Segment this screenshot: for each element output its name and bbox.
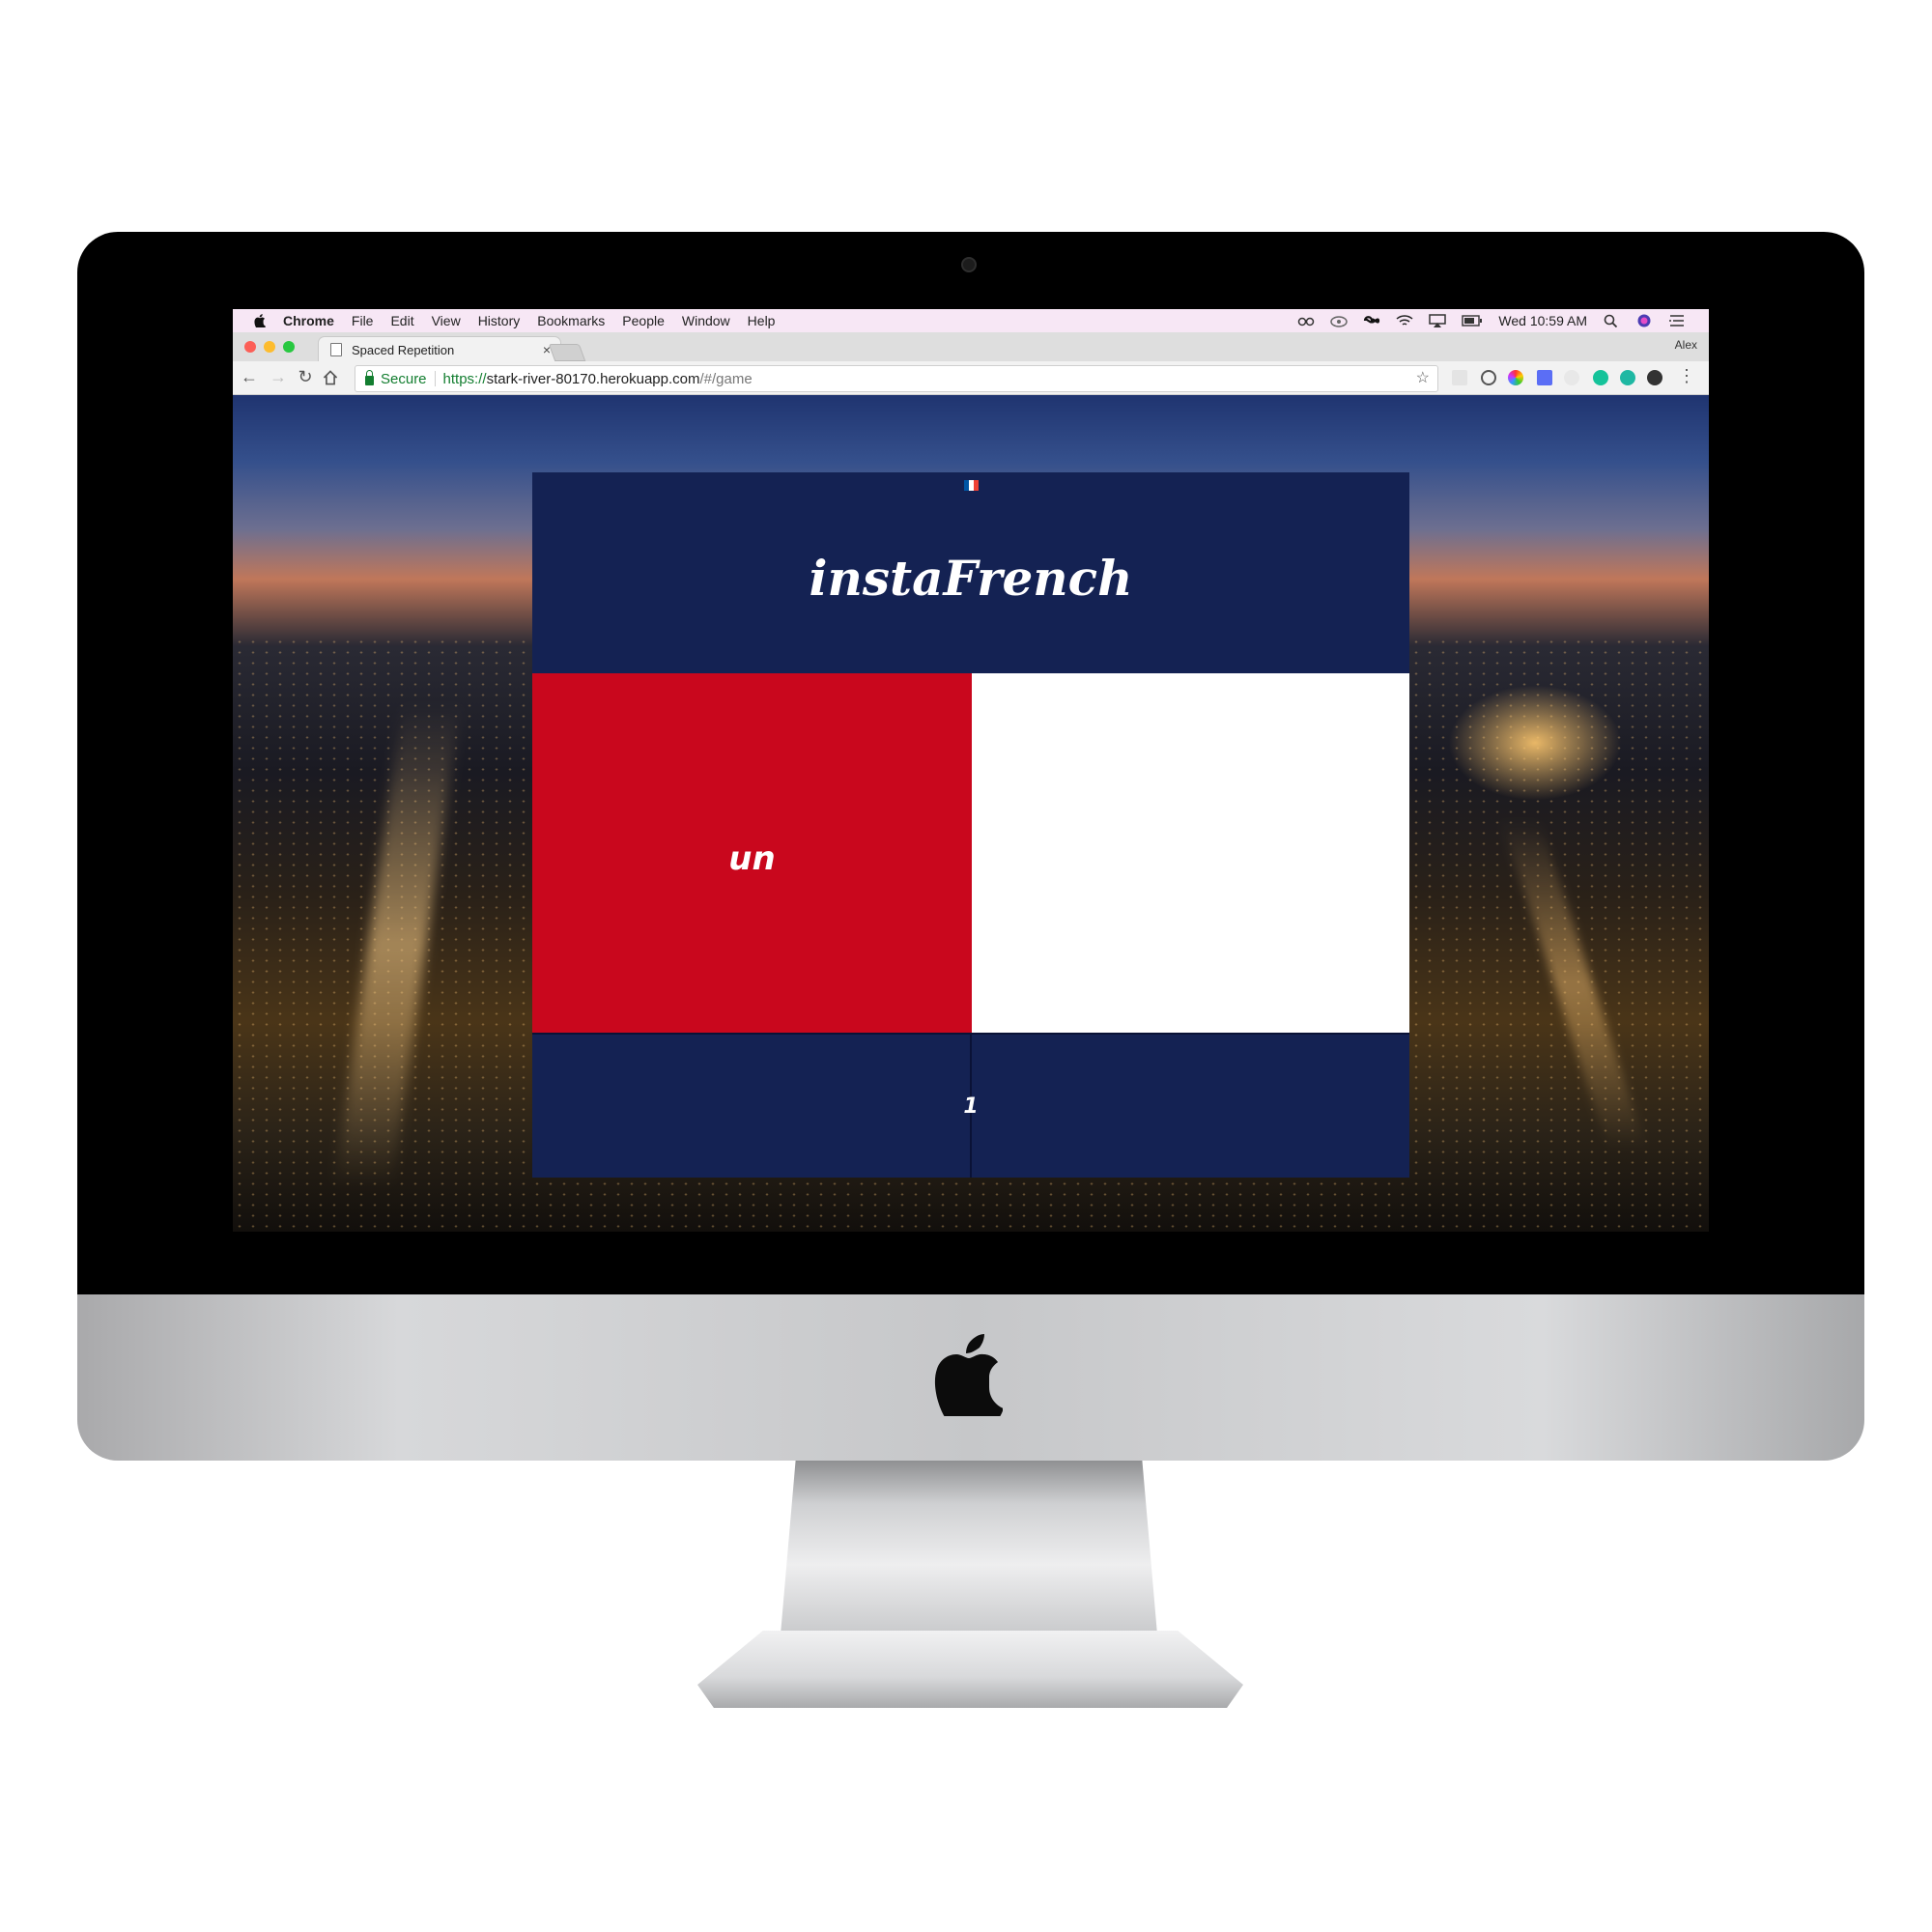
menu-window[interactable]: Window xyxy=(682,313,730,328)
url-host: stark-river-80170.herokuapp.com xyxy=(486,370,700,387)
battery-icon[interactable] xyxy=(1462,314,1483,327)
new-tab-button[interactable] xyxy=(548,344,586,361)
extension-t-icon[interactable] xyxy=(1537,370,1552,385)
glasses-icon[interactable] xyxy=(1297,314,1315,327)
profile-name[interactable]: Alex xyxy=(1675,338,1697,352)
score-footer: 1 xyxy=(532,1033,1409,1178)
camera xyxy=(961,257,977,272)
extension-m-icon[interactable] xyxy=(1620,370,1635,385)
home-icon[interactable] xyxy=(322,369,339,386)
menu-view[interactable]: View xyxy=(432,313,461,328)
question-card: un xyxy=(532,673,972,1033)
window-minimize-button[interactable] xyxy=(264,341,275,353)
window-close-button[interactable] xyxy=(244,341,256,353)
grammarly-icon[interactable] xyxy=(1593,370,1608,385)
extension-colorful-icon[interactable] xyxy=(1508,370,1523,385)
back-arrow-icon[interactable]: ← xyxy=(239,367,260,387)
page-background: instaFrench un 1 xyxy=(233,395,1709,1232)
url-path: /#/game xyxy=(699,370,753,387)
prompt-word: un xyxy=(728,839,776,878)
apple-logo-icon xyxy=(934,1334,1003,1416)
url-scheme: https:// xyxy=(442,370,487,387)
menu-help[interactable]: Help xyxy=(748,313,776,328)
menu-history[interactable]: History xyxy=(478,313,521,328)
menubar-status-area: Wed 10:59 AM xyxy=(1297,309,1686,332)
answer-input[interactable] xyxy=(972,673,1413,1035)
siri-icon[interactable] xyxy=(1635,314,1653,327)
window-zoom-button[interactable] xyxy=(283,341,295,353)
answer-panel[interactable] xyxy=(972,673,1413,1035)
wifi-icon[interactable] xyxy=(1396,314,1413,327)
airplay-icon[interactable] xyxy=(1429,314,1447,327)
imac-stand-foot xyxy=(697,1631,1243,1708)
forward-arrow-icon[interactable]: → xyxy=(268,367,289,387)
browser-tab[interactable]: Spaced Repetition × xyxy=(318,336,561,362)
extension-faded-icon[interactable] xyxy=(1564,370,1579,385)
score-counter: 1 xyxy=(963,1094,979,1119)
menu-app-name[interactable]: Chrome xyxy=(283,313,334,328)
address-bar[interactable]: Secure https:// stark-river-80170.heroku… xyxy=(355,365,1438,392)
browser-tabstrip: Spaced Repetition × Alex xyxy=(233,332,1709,362)
address-separator xyxy=(434,371,436,386)
tab-title: Spaced Repetition xyxy=(352,342,455,357)
extension-dark-icon[interactable] xyxy=(1647,370,1662,385)
app-title: instaFrench xyxy=(809,550,1133,607)
menu-bookmarks[interactable]: Bookmarks xyxy=(537,313,605,328)
screen: Chrome File Edit View History Bookmarks … xyxy=(233,309,1709,1232)
notification-center-icon[interactable] xyxy=(1668,314,1686,327)
page-document-icon xyxy=(330,343,342,356)
extension-clock-icon[interactable] xyxy=(1481,370,1496,385)
menu-people[interactable]: People xyxy=(622,313,665,328)
menu-edit[interactable]: Edit xyxy=(390,313,413,328)
menu-file[interactable]: File xyxy=(352,313,374,328)
browser-toolbar: ← → ↻ Secure https:// stark-river-80170.… xyxy=(233,361,1709,395)
spotlight-search-icon[interactable] xyxy=(1603,314,1620,327)
apple-menu-icon[interactable] xyxy=(254,314,266,327)
flag-red-stripe xyxy=(974,480,979,491)
secure-label: Secure xyxy=(381,370,427,387)
game-container: instaFrench un 1 xyxy=(532,472,1413,1178)
macos-menubar: Chrome File Edit View History Bookmarks … xyxy=(233,309,1709,332)
imac-stand xyxy=(781,1461,1157,1634)
french-flag-icon xyxy=(964,480,979,491)
app-header: instaFrench xyxy=(532,472,1409,673)
infinity-icon[interactable] xyxy=(1363,314,1380,327)
bookmark-star-icon[interactable]: ☆ xyxy=(1416,368,1430,387)
lock-icon xyxy=(365,370,374,385)
chrome-menu-icon[interactable]: ⋮ xyxy=(1676,366,1697,386)
extension-grid-icon[interactable] xyxy=(1452,370,1467,385)
city-dome-glow xyxy=(1448,685,1622,801)
menubar-clock[interactable]: Wed 10:59 AM xyxy=(1498,313,1587,328)
creative-cloud-icon[interactable] xyxy=(1330,314,1349,327)
reload-icon[interactable]: ↻ xyxy=(295,367,316,387)
